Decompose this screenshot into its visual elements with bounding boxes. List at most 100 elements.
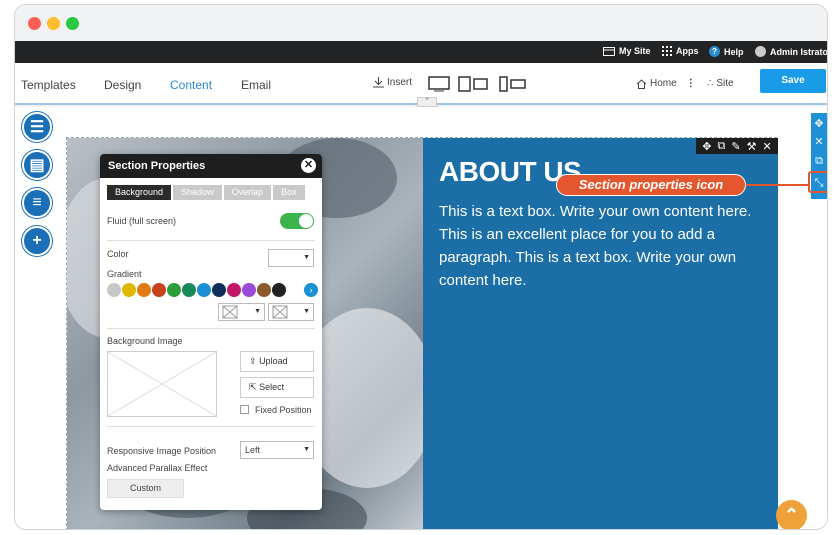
custom-parallax-button[interactable]: Custom: [107, 479, 184, 498]
sidebar-edit-button[interactable]: ≡: [22, 188, 52, 218]
responsive-label: Responsive Image Position: [107, 446, 217, 456]
settings-icon[interactable]: ⚒: [747, 140, 757, 153]
tab-templates[interactable]: Templates: [21, 78, 76, 92]
gradient-swatch-9[interactable]: [242, 283, 256, 297]
site-menu[interactable]: ∴ Site: [707, 78, 734, 89]
upload-label: Upload: [259, 356, 288, 366]
chevron-down-icon: ▼: [303, 446, 310, 453]
mobile-view-icon[interactable]: [499, 76, 527, 92]
tab-background[interactable]: Background: [107, 185, 172, 200]
edit-icon[interactable]: ✎: [731, 140, 740, 153]
chevron-up-icon: ⌃: [783, 505, 800, 525]
gradient-swatch-1[interactable]: [122, 283, 136, 297]
gradient-swatches: [107, 283, 286, 297]
divider: [107, 426, 315, 427]
help-icon: ?: [709, 46, 720, 57]
download-icon: [373, 77, 384, 88]
sidebar-add-button[interactable]: +: [22, 226, 52, 256]
background-image-label: Background Image: [107, 336, 183, 346]
divider: [107, 240, 315, 241]
maximize-window-dot[interactable]: [66, 17, 79, 30]
gradient-swatch-10[interactable]: [257, 283, 271, 297]
desktop-view-icon[interactable]: [428, 76, 450, 92]
gradient-swatch-8[interactable]: [227, 283, 241, 297]
gradient-swatch-0[interactable]: [107, 283, 121, 297]
apps-grid-icon: [662, 46, 672, 56]
upload-icon: ⇪: [249, 356, 257, 366]
gradient-style-select[interactable]: ▼: [268, 303, 314, 321]
gradient-swatch-6[interactable]: [197, 283, 211, 297]
toggle-knob: [299, 214, 313, 228]
tab-design[interactable]: Design: [104, 78, 141, 92]
no-gradient-icon: [272, 305, 288, 319]
admin-bar: My Site Apps ? Help Admin Istrator: [15, 41, 827, 63]
gradient-swatch-11[interactable]: [272, 283, 286, 297]
move-icon[interactable]: ✥: [702, 140, 711, 153]
insert-button[interactable]: Insert: [373, 77, 412, 88]
duplicate-section-icon[interactable]: ⧉: [811, 152, 827, 170]
fixed-position-checkbox[interactable]: [240, 405, 249, 414]
gradient-swatch-2[interactable]: [137, 283, 151, 297]
responsive-value: Left: [245, 445, 261, 455]
gradient-label: Gradient: [107, 269, 142, 279]
insert-label: Insert: [387, 77, 413, 88]
user-menu[interactable]: Admin Istrator: [755, 46, 827, 57]
next-swatches-icon[interactable]: ›: [304, 283, 318, 297]
section-properties-highlight: [808, 171, 827, 193]
copy-icon[interactable]: ⧉: [718, 140, 726, 153]
close-window-dot[interactable]: [28, 17, 41, 30]
color-picker[interactable]: ▼: [268, 249, 314, 267]
plus-icon: +: [32, 232, 42, 249]
tab-email[interactable]: Email: [241, 78, 271, 92]
gradient-direction-select[interactable]: ▼: [218, 303, 265, 321]
apps-link[interactable]: Apps: [662, 46, 699, 56]
minimize-window-dot[interactable]: [47, 17, 60, 30]
more-vertical-icon[interactable]: ⋮: [686, 78, 696, 89]
fixed-position-label: Fixed Position: [255, 405, 312, 415]
background-image-preview[interactable]: [107, 351, 217, 417]
section-properties-panel: Section Properties ✕ Background Shadow O…: [100, 154, 322, 510]
panel-tabs: Background Shadow Overlap Box: [107, 185, 305, 200]
sidebar-pages-button[interactable]: ☰: [22, 112, 52, 142]
gradient-swatch-3[interactable]: [152, 283, 166, 297]
image-placeholder-icon: [107, 351, 217, 417]
chevron-down-icon: ▼: [303, 308, 310, 315]
gradient-swatch-5[interactable]: [182, 283, 196, 297]
responsive-position-select[interactable]: Left ▼: [240, 441, 314, 459]
tab-overlap[interactable]: Overlap: [223, 185, 272, 200]
fluid-toggle[interactable]: [280, 213, 314, 229]
chevron-down-icon: ▼: [254, 308, 261, 315]
sitemap-icon: ∴: [707, 78, 714, 89]
sidebar-sections-button[interactable]: ▤: [22, 150, 52, 180]
home-label: Home: [650, 78, 677, 89]
gradient-swatch-7[interactable]: [212, 283, 226, 297]
about-text-box[interactable]: ABOUT US This is a text box. Write your …: [423, 138, 778, 529]
tab-shadow[interactable]: Shadow: [173, 185, 222, 200]
avatar: [755, 46, 766, 57]
tab-box[interactable]: Box: [273, 185, 305, 200]
close-icon[interactable]: ✕: [762, 140, 771, 153]
move-section-icon[interactable]: ✥: [811, 115, 827, 133]
scroll-to-top-button[interactable]: ⌃: [776, 500, 807, 529]
home-icon: [636, 78, 647, 89]
close-panel-icon[interactable]: ✕: [301, 158, 316, 173]
browser-icon: [603, 46, 615, 56]
browser-window: My Site Apps ? Help Admin Istrator Templ…: [14, 4, 828, 530]
delete-section-icon[interactable]: ✕: [811, 133, 827, 151]
my-site-label: My Site: [619, 46, 651, 56]
site-label: Site: [716, 78, 734, 89]
about-paragraph[interactable]: This is a text box. Write your own conte…: [439, 200, 759, 292]
apps-label: Apps: [676, 46, 699, 56]
collapse-toolbar-button[interactable]: ⌃: [417, 97, 437, 107]
help-link[interactable]: ? Help: [709, 46, 744, 57]
home-page-selector[interactable]: Home ⋮: [636, 78, 696, 89]
select-image-button[interactable]: ⇱ Select: [240, 377, 314, 398]
panel-title: Section Properties: [100, 154, 322, 178]
tablet-view-icon[interactable]: [458, 76, 488, 92]
chevron-down-icon: ▼: [303, 254, 310, 261]
save-button[interactable]: Save: [760, 69, 826, 93]
my-site-link[interactable]: My Site: [603, 46, 651, 56]
gradient-swatch-4[interactable]: [167, 283, 181, 297]
tab-content[interactable]: Content: [170, 78, 212, 92]
upload-button[interactable]: ⇪ Upload: [240, 351, 314, 372]
